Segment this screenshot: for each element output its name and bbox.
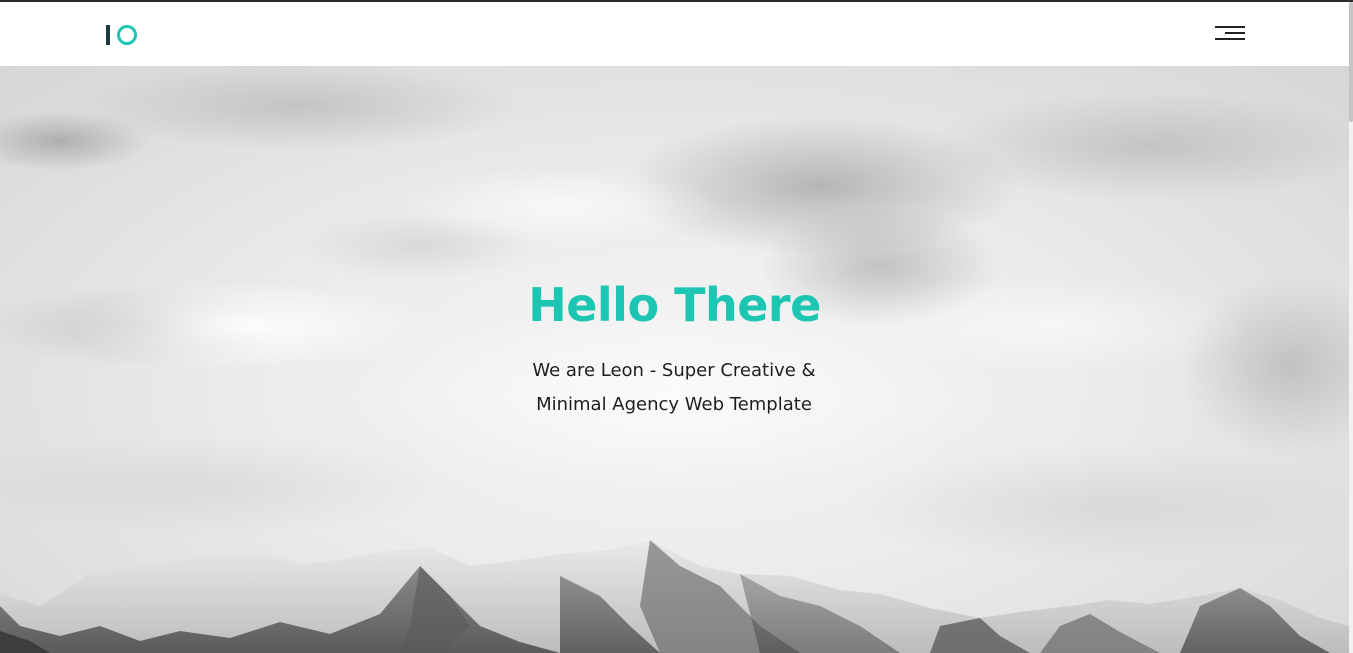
scrollbar-thumb[interactable] (1349, 2, 1353, 122)
hero-subtitle-line-2: Minimal Agency Web Template (536, 394, 812, 415)
logo-bar-mark (106, 25, 110, 45)
hero-subtitle: We are Leon - Super Creative & Minimal A… (474, 354, 874, 422)
logo-ring-mark (117, 25, 137, 45)
logo[interactable]: IO (106, 22, 146, 48)
menu-line-middle (1225, 32, 1245, 34)
hero-subtitle-line-1: We are Leon - Super Creative & (532, 360, 816, 381)
menu-line-top (1215, 26, 1245, 28)
menu-line-bottom (1215, 38, 1245, 40)
hamburger-menu-icon[interactable] (1212, 20, 1248, 46)
hero-title: Hello There (528, 278, 821, 332)
hero-section: Hello There We are Leon - Super Creative… (0, 66, 1349, 653)
site-header: IO (0, 2, 1349, 66)
